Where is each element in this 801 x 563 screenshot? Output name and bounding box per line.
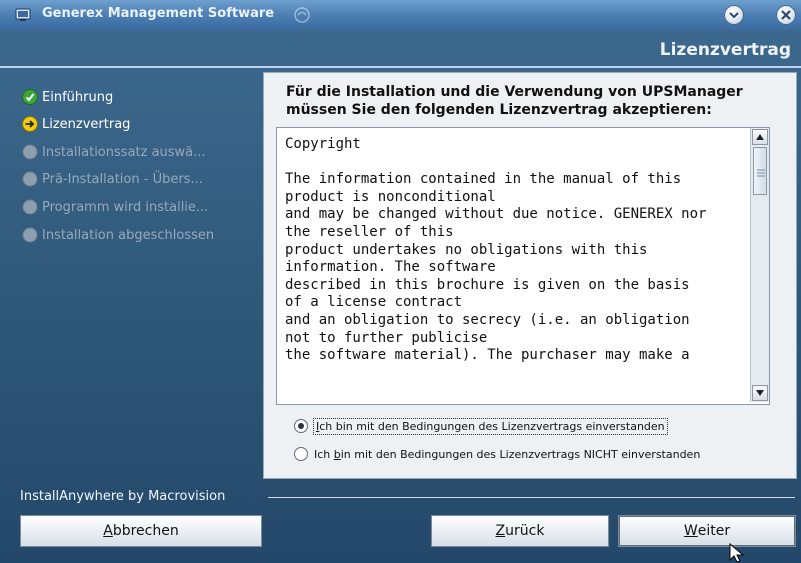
content-panel: Für die Installation und die Verwendung … (263, 72, 797, 479)
cancel-button[interactable]: Abbrechen (20, 515, 262, 547)
cancel-label: bbrechen (112, 523, 179, 539)
step-label: Installation abgeschlossen (42, 227, 215, 243)
window-title: Generex Management Software (42, 6, 275, 21)
minimize-button[interactable] (724, 5, 744, 25)
circle-icon (22, 144, 38, 160)
step-installing: Programm wird installie... (22, 198, 208, 216)
back-label: urück (505, 523, 545, 539)
radio-accept-rest: ch bin mit den Bedingungen des Lizenzver… (319, 419, 665, 433)
scroll-up-button[interactable] (752, 129, 768, 145)
vendor-label: InstallAnywhere by Macrovision (20, 489, 226, 504)
radio-decline-prefix: Ich (314, 447, 334, 461)
app-icon (15, 8, 31, 21)
next-label: eiter (697, 523, 731, 539)
radio-decline-circle[interactable] (294, 447, 308, 461)
next-mnemonic: W (683, 523, 698, 539)
license-scrollbar[interactable] (750, 128, 769, 402)
title-bar[interactable]: Generex Management Software (0, 0, 801, 30)
step-license: Lizenzvertrag (22, 115, 130, 133)
page-title: Lizenzvertrag (659, 40, 791, 60)
intro-line-1: Für die Installation und die Verwendung … (286, 84, 743, 100)
license-text: Copyright The information contained in t… (285, 136, 707, 364)
step-label: Prä-Installation - Übers... (42, 171, 203, 187)
swirl-icon (294, 7, 310, 23)
step-label: Einführung (42, 89, 114, 105)
grip-icon (757, 169, 765, 177)
license-textarea[interactable]: Copyright The information contained in t… (276, 127, 770, 405)
intro-line-2: müssen Sie den folgenden Lizenzvertrag a… (286, 102, 712, 118)
step-label: Programm wird installie... (42, 199, 209, 215)
intro-text: Für die Installation und die Verwendung … (286, 83, 786, 119)
close-icon (781, 10, 791, 20)
arrow-down-icon (756, 390, 764, 396)
radio-accept-circle[interactable] (294, 419, 308, 433)
radio-selected-dot (298, 423, 304, 429)
scroll-thumb[interactable] (753, 147, 767, 195)
radio-accept-label: Ich bin mit den Bedingungen des Lizenzve… (313, 417, 668, 435)
circle-icon (22, 227, 38, 243)
step-install-set: Installationssatz auswä... (22, 143, 206, 161)
mouse-cursor-icon (729, 543, 745, 563)
radio-decline[interactable]: Ich bin mit den Bedingungen des Lizenzve… (294, 444, 700, 464)
arrow-up-icon (756, 134, 764, 140)
radio-decline-rest: in mit den Bedingungen des Lizenzvertrag… (340, 447, 701, 461)
cancel-mnemonic: A (103, 523, 113, 539)
chevron-down-icon (729, 12, 739, 19)
step-label: Installationssatz auswä... (42, 144, 206, 160)
circle-icon (22, 199, 38, 215)
step-label: Lizenzvertrag (42, 116, 131, 132)
circle-icon (22, 171, 38, 187)
footer-divider (268, 497, 795, 498)
check-icon (22, 89, 38, 105)
radio-accept[interactable]: Ich bin mit den Bedingungen des Lizenzve… (294, 416, 668, 436)
next-button[interactable]: Weiter (618, 515, 796, 547)
back-mnemonic: Z (495, 523, 506, 539)
installer-window: Generex Management Software Lizenzvertra… (0, 0, 801, 563)
arrow-right-icon (22, 116, 38, 132)
radio-decline-label: Ich bin mit den Bedingungen des Lizenzve… (314, 448, 700, 461)
back-button[interactable]: Zurück (431, 515, 609, 547)
step-complete: Installation abgeschlossen (22, 226, 214, 244)
header-divider (0, 66, 801, 68)
step-pre-install: Prä-Installation - Übers... (22, 170, 203, 188)
radio-decline-mnemonic: b (333, 447, 341, 461)
step-introduction: Einführung (22, 88, 113, 106)
scroll-down-button[interactable] (752, 385, 768, 401)
close-button[interactable] (776, 5, 796, 25)
